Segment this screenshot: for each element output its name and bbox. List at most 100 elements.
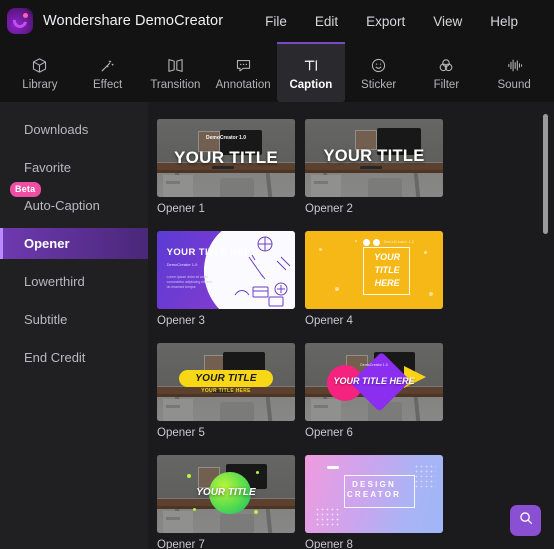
template-card-opener-1[interactable]: DemoCreator 1.0 YOUR TITLE Opener 1 — [157, 119, 295, 215]
category-sidebar: Downloads Favorite Beta Auto-Caption Ope… — [0, 102, 148, 549]
beta-badge: Beta — [10, 182, 42, 197]
template-card-opener-3[interactable]: YOUR TITLE HERE DemoCreator 1.0 Lorem ip… — [157, 231, 295, 327]
sidebar-item-label: Lowerthird — [24, 274, 85, 289]
search-icon — [518, 510, 534, 531]
title-bar: Wondershare DemoCreator File Edit Export… — [0, 0, 554, 42]
template-caption: Opener 8 — [305, 539, 353, 549]
template-card-opener-8[interactable]: DESIGN CREATOR Opener 8 — [305, 455, 443, 549]
title-pill: YOUR TITLE — [179, 369, 273, 387]
tab-sticker-label: Sticker — [361, 79, 397, 91]
menu-item-file[interactable]: File — [251, 10, 301, 33]
eyes-decoration — [362, 238, 380, 246]
thumb-subtitle: DemoCreator 1.0 — [383, 240, 415, 245]
template-caption: Opener 7 — [157, 539, 205, 549]
template-thumbnail[interactable]: DemoCreator 1.0 YOUR TITLE — [157, 119, 295, 197]
thumb-title: YOUR TITLE — [195, 372, 257, 384]
scrollbar-thumb[interactable] — [543, 114, 548, 234]
tab-strip: Library Effect Transition Annotation Cap… — [0, 42, 554, 102]
template-caption: Opener 2 — [305, 203, 353, 215]
sidebar-item-label: Downloads — [24, 122, 89, 137]
template-thumbnail[interactable]: YOUR TITLE — [305, 119, 443, 197]
gradient-scene: DESIGN CREATOR — [305, 455, 443, 533]
tab-annotation-label: Annotation — [215, 79, 271, 91]
template-thumbnail[interactable]: DESIGN CREATOR — [305, 455, 443, 533]
sidebar-item-label: Auto-Caption — [24, 198, 100, 213]
thumb-title: YOUR TITLE HERE — [374, 251, 401, 288]
sidebar-item-opener[interactable]: Opener — [0, 228, 148, 259]
sound-wave-icon — [503, 55, 525, 75]
thumb-title: YOUR TITLE — [173, 147, 279, 167]
thumb-title: YOUR TITLE HERE — [333, 375, 415, 386]
tab-filter-label: Filter — [433, 79, 460, 91]
purple-doodle-scene: YOUR TITLE HERE DemoCreator 1.0 Lorem ip… — [157, 231, 295, 309]
vertical-scrollbar[interactable] — [543, 110, 548, 534]
search-button[interactable] — [510, 505, 541, 536]
tab-effect[interactable]: Effect — [74, 42, 142, 102]
template-thumbnail[interactable]: YOUR TITLE YOUR TITLE HERE — [157, 343, 295, 421]
tab-transition[interactable]: Transition — [142, 42, 210, 102]
thumb-subtitle: YOUR TITLE HERE — [201, 388, 251, 395]
smiley-icon — [368, 55, 390, 75]
tab-filter[interactable]: Filter — [413, 42, 481, 102]
thumb-title-line2: CREATOR — [346, 490, 402, 500]
sidebar-item-label: End Credit — [24, 350, 86, 365]
thumb-title: YOUR TITLE — [196, 486, 256, 498]
sidebar-item-label: Subtitle — [24, 312, 68, 327]
template-card-opener-6[interactable]: DemoCreator 1.0 YOUR TITLE HERE Opener 6 — [305, 343, 443, 439]
sidebar-item-downloads[interactable]: Downloads — [0, 114, 148, 145]
template-card-opener-4[interactable]: DemoCreator 1.0 YOUR TITLE HERE Opener 4 — [305, 231, 443, 327]
template-card-opener-2[interactable]: YOUR TITLE Opener 2 — [305, 119, 443, 215]
template-caption: Opener 1 — [157, 203, 205, 215]
thumb-title: YOUR TITLE — [323, 147, 425, 166]
menu-item-edit[interactable]: Edit — [301, 10, 352, 33]
menu-item-export[interactable]: Export — [352, 10, 419, 33]
sidebar-item-lowerthird[interactable]: Lowerthird — [0, 266, 148, 297]
tab-transition-label: Transition — [150, 79, 201, 91]
thumb-subtitle: DemoCreator 1.0 — [360, 363, 388, 368]
tab-sound[interactable]: Sound — [480, 42, 548, 102]
template-card-opener-5[interactable]: YOUR TITLE YOUR TITLE HERE Opener 5 — [157, 343, 295, 439]
text-caption-icon — [300, 55, 322, 75]
template-caption: Opener 3 — [157, 315, 205, 327]
menu-item-help[interactable]: Help — [476, 10, 532, 33]
template-thumbnail[interactable]: YOUR TITLE HERE DemoCreator 1.0 Lorem ip… — [157, 231, 295, 309]
tab-library[interactable]: Library — [6, 42, 74, 102]
logo-dot — [22, 13, 28, 18]
menu-item-view[interactable]: View — [419, 10, 476, 33]
sidebar-item-subtitle[interactable]: Subtitle — [0, 304, 148, 335]
cube-icon — [29, 55, 51, 75]
template-thumbnail[interactable]: DemoCreator 1.0 YOUR TITLE HERE — [305, 343, 443, 421]
tab-effect-label: Effect — [93, 79, 123, 91]
template-caption: Opener 5 — [157, 427, 205, 439]
template-card-opener-7[interactable]: YOUR TITLE Opener 7 — [157, 455, 295, 549]
filter-circles-icon — [435, 55, 457, 75]
sidebar-item-auto-caption[interactable]: Beta Auto-Caption — [0, 182, 148, 221]
template-caption: Opener 4 — [305, 315, 353, 327]
yellow-scene: DemoCreator 1.0 YOUR TITLE HERE — [305, 231, 443, 309]
thumb-body: Lorem ipsum dolor sit amet, consectetur … — [166, 274, 212, 290]
magic-wand-icon — [97, 55, 119, 75]
sidebar-item-favorite[interactable]: Favorite — [0, 152, 148, 183]
tab-caption[interactable]: Caption — [277, 42, 345, 102]
thumb-title: DESIGN — [352, 479, 396, 489]
tab-sticker[interactable]: Sticker — [345, 42, 413, 102]
doodle-illustrations — [234, 236, 291, 307]
thumb-title: YOUR TITLE HERE — [166, 247, 259, 259]
sidebar-item-end-credit[interactable]: End Credit — [0, 342, 148, 373]
template-thumbnail[interactable]: DemoCreator 1.0 YOUR TITLE HERE — [305, 231, 443, 309]
sidebar-item-label: Favorite — [24, 160, 71, 175]
thumb-subtitle: DemoCreator 1.0 — [205, 134, 246, 141]
tab-library-label: Library — [22, 79, 58, 91]
template-caption: Opener 6 — [305, 427, 353, 439]
content-area: Downloads Favorite Beta Auto-Caption Ope… — [0, 102, 554, 549]
app-title: Wondershare DemoCreator — [43, 13, 224, 29]
template-thumbnail[interactable]: YOUR TITLE — [157, 455, 295, 533]
template-grid: DemoCreator 1.0 YOUR TITLE Opener 1 YOUR… — [148, 102, 554, 549]
tab-sound-label: Sound — [497, 79, 531, 91]
transition-icon — [164, 55, 186, 75]
thumb-subtitle: DemoCreator 1.0 — [166, 262, 198, 268]
democreator-logo-icon — [7, 8, 33, 34]
tab-annotation[interactable]: Annotation — [209, 42, 277, 102]
app-window: Wondershare DemoCreator File Edit Export… — [0, 0, 554, 549]
sidebar-item-label: Opener — [24, 236, 70, 251]
